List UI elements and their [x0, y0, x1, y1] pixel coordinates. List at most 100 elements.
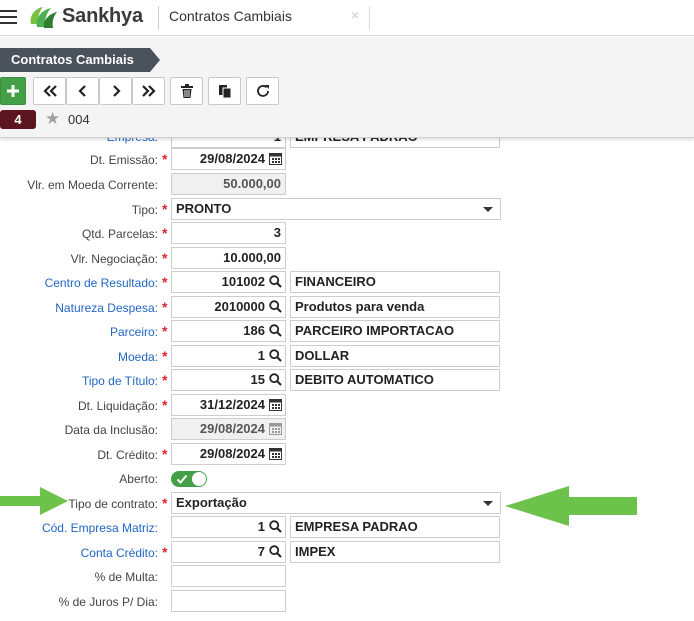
required-marker: *: [162, 225, 168, 241]
required-marker: *: [162, 495, 168, 511]
required-marker: *: [162, 250, 168, 266]
annotation-arrow-right-icon: [0, 487, 68, 515]
delete-button[interactable]: [170, 77, 203, 105]
plus-icon: [7, 85, 19, 97]
tipo-contrato-select[interactable]: Exportação: [171, 492, 501, 514]
next-record-button[interactable]: [99, 77, 132, 105]
cod-empresa-matriz-code-field[interactable]: 1: [171, 516, 286, 538]
record-number-badge: 4: [0, 110, 36, 129]
tipo-titulo-label[interactable]: Tipo de Título:: [82, 374, 158, 388]
tipo-select[interactable]: PRONTO: [171, 198, 501, 220]
parceiro-label[interactable]: Parceiro:: [110, 325, 158, 339]
conta-credito-code-field[interactable]: 7: [171, 541, 286, 563]
add-button[interactable]: [0, 77, 26, 105]
moeda-desc-field: DOLLAR: [290, 345, 500, 367]
moeda-label[interactable]: Moeda:: [118, 350, 158, 364]
vlr-negociacao-field[interactable]: 10.000,00: [171, 247, 286, 269]
vlr-moeda-corrente-field: 50.000,00: [171, 173, 286, 195]
record-code: 004: [68, 112, 90, 127]
copy-icon: [218, 85, 231, 98]
divider: [158, 6, 159, 30]
perc-juros-field[interactable]: [171, 590, 286, 612]
favorite-star-icon[interactable]: ★: [45, 109, 60, 129]
refresh-button[interactable]: [246, 77, 279, 105]
centro-resultado-label[interactable]: Centro de Resultado:: [45, 276, 158, 290]
search-icon[interactable]: [269, 275, 282, 288]
toggle-knob: [192, 472, 206, 486]
required-marker: *: [162, 372, 168, 388]
chevron-right-icon: [112, 85, 121, 97]
data-inclusao-field: 29/08/2024: [171, 418, 286, 440]
dt-emissao-field[interactable]: 29/08/2024: [171, 148, 286, 170]
refresh-icon: [256, 85, 269, 97]
moeda-code-field[interactable]: 1: [171, 345, 286, 367]
conta-credito-code: 7: [257, 544, 265, 559]
aberto-toggle[interactable]: [171, 471, 207, 487]
first-record-button[interactable]: [33, 77, 66, 105]
search-icon[interactable]: [269, 373, 282, 386]
previous-record-button[interactable]: [66, 77, 99, 105]
header-panel: Contratos Cambiais 4 ★ 004: [0, 37, 694, 138]
chevron-down-icon: [483, 501, 493, 506]
search-icon[interactable]: [269, 545, 282, 558]
duplicate-button[interactable]: [208, 77, 241, 105]
dt-liquidacao-field[interactable]: 31/12/2024: [171, 394, 286, 416]
tab-close-icon[interactable]: ×: [351, 7, 359, 23]
qtd-parcelas-field[interactable]: 3: [171, 222, 286, 244]
required-marker: *: [162, 299, 168, 315]
qtd-parcelas-label: Qtd. Parcelas:: [81, 227, 158, 241]
data-inclusao-label: Data da Inclusão:: [64, 423, 158, 437]
tab-title[interactable]: Contratos Cambiais: [169, 8, 292, 24]
perc-multa-field[interactable]: [171, 565, 286, 587]
search-icon[interactable]: [269, 520, 282, 533]
tipo-value: PRONTO: [176, 201, 232, 216]
conta-credito-label[interactable]: Conta Crédito:: [81, 546, 158, 560]
breadcrumb: Contratos Cambiais: [0, 48, 160, 72]
app-topbar: Sankhya Contratos Cambiais ×: [0, 0, 694, 36]
app-root: { "app": { "brand": "Sankhya", "tab_titl…: [0, 0, 694, 621]
search-icon[interactable]: [269, 300, 282, 313]
cod-empresa-matriz-label[interactable]: Cód. Empresa Matriz:: [42, 521, 158, 535]
required-marker: *: [162, 544, 168, 560]
natureza-despesa-desc-field: Produtos para venda: [290, 296, 500, 318]
conta-credito-desc-field: IMPEX: [290, 541, 500, 563]
tipo-titulo-desc-field: DEBITO AUTOMATICO: [290, 369, 500, 391]
calendar-icon: [269, 423, 282, 435]
cod-empresa-matriz-code: 1: [257, 519, 265, 534]
chevron-left-icon: [77, 85, 86, 97]
last-record-button[interactable]: [132, 77, 165, 105]
divider: [369, 6, 370, 30]
calendar-icon[interactable]: [269, 447, 282, 460]
dt-emissao-value: 29/08/2024: [199, 151, 265, 166]
required-marker: *: [162, 274, 168, 290]
tipo-titulo-code-field[interactable]: 15: [171, 369, 286, 391]
search-icon[interactable]: [269, 324, 282, 337]
tipo-contrato-value: Exportação: [176, 495, 247, 510]
parceiro-desc-field: PARCEIRO IMPORTACAO: [290, 320, 500, 342]
double-chevron-left-icon: [42, 85, 57, 97]
centro-resultado-code-field[interactable]: 101002: [171, 271, 286, 293]
parceiro-code-field[interactable]: 186: [171, 320, 286, 342]
dt-credito-value: 29/08/2024: [199, 446, 265, 461]
natureza-despesa-label[interactable]: Natureza Despesa:: [55, 301, 158, 315]
tipo-titulo-code: 15: [250, 372, 265, 387]
search-icon[interactable]: [269, 349, 282, 362]
natureza-despesa-code-field[interactable]: 2010000: [171, 296, 286, 318]
tipo-contrato-label: Tipo de contrato:: [68, 497, 158, 511]
parceiro-code: 186: [243, 323, 265, 338]
dt-credito-field[interactable]: 29/08/2024: [171, 443, 286, 465]
data-inclusao-value: 29/08/2024: [199, 421, 265, 436]
natureza-despesa-code: 2010000: [214, 299, 265, 314]
cod-empresa-matriz-desc-field: EMPRESA PADRAO: [290, 516, 500, 538]
dt-emissao-label: Dt. Emissão:: [89, 153, 158, 167]
dt-liquidacao-value: 31/12/2024: [199, 397, 265, 412]
calendar-icon[interactable]: [269, 398, 282, 411]
perc-multa-label: % de Multa:: [94, 570, 158, 584]
dt-liquidacao-label: Dt. Liquidação:: [77, 399, 158, 413]
menu-icon[interactable]: [0, 10, 18, 26]
annotation-arrow-left-icon: [505, 486, 637, 526]
perc-juros-label: % de Juros P/ Dia:: [58, 595, 158, 609]
calendar-icon[interactable]: [269, 152, 282, 165]
centro-resultado-desc-field: FINANCEIRO: [290, 271, 500, 293]
double-chevron-right-icon: [141, 85, 156, 97]
